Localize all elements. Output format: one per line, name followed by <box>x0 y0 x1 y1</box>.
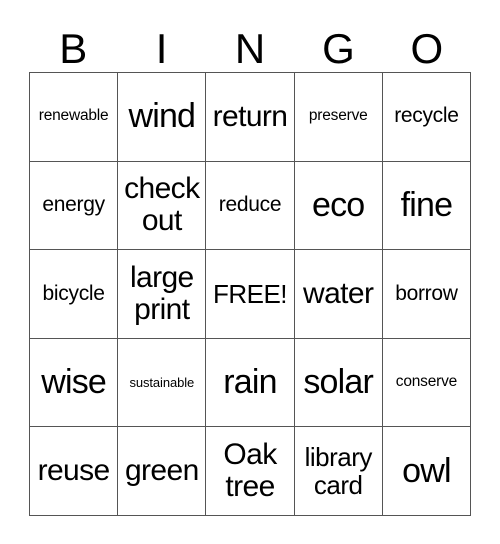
bingo-cell[interactable]: fine <box>382 161 472 251</box>
bingo-cell[interactable]: wise <box>30 338 119 428</box>
bingo-cell-label: owl <box>402 451 451 490</box>
bingo-cell-label: wind <box>128 97 196 136</box>
bingo-header-row: B I N G O <box>29 14 471 72</box>
bingo-cell-label: return <box>212 99 288 133</box>
bingo-free-space-label: FREE! <box>212 278 288 309</box>
bingo-row: reuse green Oak tree library card owl <box>30 427 472 516</box>
bingo-cell[interactable]: reduce <box>206 161 295 251</box>
bingo-header-letter-o: O <box>410 25 444 72</box>
bingo-row: wise sustainable rain solar conserve <box>30 338 472 428</box>
bingo-cell-label: check out <box>124 172 200 238</box>
bingo-cell-label: bicycle <box>42 281 105 305</box>
bingo-card: B I N G O renewable wind return preserve… <box>29 14 472 516</box>
bingo-cell[interactable]: solar <box>294 338 383 428</box>
bingo-cell[interactable]: owl <box>382 427 472 516</box>
bingo-row: bicycle large print FREE! water borrow <box>30 250 472 339</box>
bingo-cell[interactable]: renewable <box>30 73 119 162</box>
bingo-free-space-cell[interactable]: FREE! <box>206 250 295 339</box>
bingo-cell-label: reduce <box>218 193 282 217</box>
bingo-cell[interactable]: large print <box>118 250 207 339</box>
bingo-cell-label: wise <box>41 363 107 402</box>
bingo-cell-label: conserve <box>395 373 458 391</box>
bingo-grid: renewable wind return preserve recycle e… <box>29 72 472 516</box>
bingo-cell[interactable]: eco <box>294 161 383 251</box>
bingo-header-letter-n: N <box>234 25 266 72</box>
bingo-cell-label: rain <box>223 363 277 402</box>
bingo-header-letter-i: I <box>155 25 168 72</box>
bingo-cell-label: sustainable <box>129 374 195 390</box>
bingo-cell-label: renewable <box>38 107 109 125</box>
bingo-cell-label: borrow <box>395 281 458 305</box>
bingo-cell[interactable]: check out <box>118 161 207 251</box>
bingo-cell-label: eco <box>312 186 365 225</box>
bingo-cell[interactable]: library card <box>294 427 383 516</box>
bingo-cell-label: solar <box>303 363 374 402</box>
bingo-cell[interactable]: sustainable <box>118 338 207 428</box>
bingo-cell[interactable]: energy <box>30 161 119 251</box>
bingo-cell[interactable]: water <box>294 250 383 339</box>
bingo-row: renewable wind return preserve recycle <box>30 73 472 162</box>
bingo-cell-label: recycle <box>394 104 459 128</box>
bingo-cell-label: preserve <box>308 107 368 125</box>
bingo-cell-label: water <box>303 276 374 310</box>
bingo-cell[interactable]: bicycle <box>30 250 119 339</box>
bingo-header-letter-g: G <box>322 25 355 72</box>
bingo-cell-label: fine <box>400 186 453 225</box>
bingo-cell[interactable]: reuse <box>30 427 119 516</box>
bingo-cell[interactable]: Oak tree <box>206 427 295 516</box>
bingo-cell[interactable]: wind <box>118 73 207 162</box>
bingo-cell-label: library card <box>304 442 373 501</box>
bingo-cell[interactable]: green <box>118 427 207 516</box>
bingo-cell[interactable]: preserve <box>294 73 383 162</box>
bingo-cell-label: green <box>124 453 199 487</box>
bingo-cell[interactable]: conserve <box>382 338 472 428</box>
bingo-cell[interactable]: rain <box>206 338 295 428</box>
bingo-cell-label: energy <box>42 193 105 217</box>
bingo-row: energy check out reduce eco fine <box>30 161 472 251</box>
bingo-cell[interactable]: recycle <box>382 73 472 162</box>
bingo-cell[interactable]: return <box>206 73 295 162</box>
bingo-cell-label: Oak tree <box>223 437 277 504</box>
bingo-cell[interactable]: borrow <box>382 250 472 339</box>
bingo-header-letter-b: B <box>59 25 88 72</box>
bingo-cell-label: large print <box>129 260 194 326</box>
bingo-cell-label: reuse <box>37 453 111 487</box>
